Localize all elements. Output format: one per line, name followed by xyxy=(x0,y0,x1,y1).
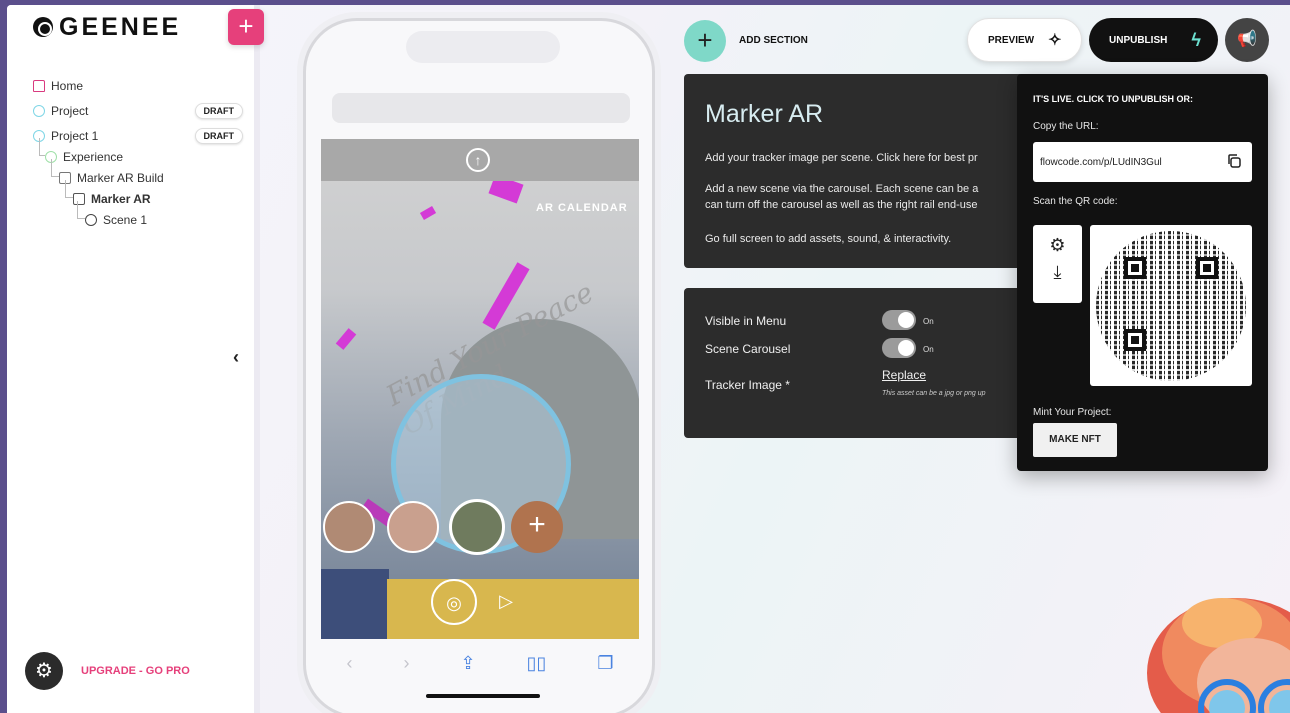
toggle-state: On xyxy=(923,317,934,326)
video-icon[interactable]: ▷ xyxy=(483,579,529,625)
add-section-label[interactable]: ADD SECTION xyxy=(739,35,808,46)
copy-icon[interactable] xyxy=(1226,153,1242,169)
info-text: Add a new scene via the carousel. Each s… xyxy=(705,183,979,195)
calendar-overlay-text: AR CALENDAR xyxy=(536,202,628,214)
settings-card: Visible in Menu On Scene Carousel On Tra… xyxy=(684,288,1024,438)
tree-item-label: Project 1 xyxy=(51,128,99,143)
tree-connector xyxy=(65,180,73,198)
scene-carousel-toggle[interactable] xyxy=(882,338,916,358)
gear-icon[interactable]: ⚙ xyxy=(1033,235,1082,256)
visible-in-menu-toggle[interactable] xyxy=(882,310,916,330)
logo-text: GEENEE xyxy=(59,12,182,41)
tree-item-label: Scene 1 xyxy=(103,212,148,227)
browser-url-bar xyxy=(332,93,630,123)
project-tree: Home Project DRAFT Project 1 DRAFT Exper… xyxy=(33,75,243,230)
unpublish-label: UNPUBLISH xyxy=(1109,34,1168,46)
camera-icon[interactable]: ◎ xyxy=(431,579,477,625)
home-indicator xyxy=(426,694,540,698)
qr-mask xyxy=(1096,231,1246,381)
upload-bar[interactable]: ↑ xyxy=(321,139,639,181)
make-nft-button[interactable]: MAKE NFT xyxy=(1033,423,1117,457)
tree-item-home[interactable]: Home xyxy=(33,75,243,96)
collapse-sidebar-icon[interactable]: ‹ xyxy=(233,347,239,368)
mint-label: Mint Your Project: xyxy=(1033,407,1112,418)
cube-icon xyxy=(85,213,97,226)
qr-pattern xyxy=(1096,231,1246,381)
tree-connector xyxy=(39,138,45,156)
tree-item-project-1[interactable]: Project 1 DRAFT xyxy=(33,125,243,146)
bolt-icon: ϟ xyxy=(1191,29,1201,50)
toggle-state: On xyxy=(923,345,934,354)
tree-item-label: Marker AR Build xyxy=(77,170,164,185)
carousel-scene-thumb[interactable] xyxy=(323,501,375,553)
info-card: Marker AR Add your tracker image per sce… xyxy=(684,74,1024,268)
scan-qr-label: Scan the QR code: xyxy=(1033,196,1118,207)
confetti xyxy=(419,206,437,220)
preview-button[interactable]: PREVIEW ✧ xyxy=(967,18,1082,62)
tree-item-experience[interactable]: Experience xyxy=(33,138,243,167)
unpublish-button[interactable]: UNPUBLISH ϟ xyxy=(1089,18,1218,62)
add-section-button[interactable]: + xyxy=(684,20,726,62)
preview-label: PREVIEW xyxy=(988,34,1035,46)
scene-carousel-label: Scene Carousel xyxy=(705,342,791,356)
publish-popover: IT'S LIVE. CLICK TO UNPUBLISH OR: Copy t… xyxy=(1017,74,1268,471)
bookmarks-icon[interactable]: ▯▯ xyxy=(527,653,547,674)
tree-connector xyxy=(51,159,59,177)
share-url-field[interactable]: flowcode.com/p/LUdIN3Gul xyxy=(1033,142,1252,182)
replace-link[interactable]: Replace xyxy=(882,368,926,382)
asset-note: This asset can be a jpg or png up xyxy=(882,390,986,397)
share-url: flowcode.com/p/LUdIN3Gul xyxy=(1040,156,1162,168)
draft-badge: DRAFT xyxy=(194,128,243,144)
app-window: GEENEE + Home Project DRAFT Project 1 DR… xyxy=(7,5,1290,713)
mascot-avatar xyxy=(1147,598,1290,713)
qr-tools: ⚙ ⤓ xyxy=(1033,225,1082,303)
info-text: Add your tracker image per scene. Click … xyxy=(705,152,978,164)
carousel-scene-thumb-active[interactable] xyxy=(449,499,505,555)
draft-badge: DRAFT xyxy=(194,103,243,119)
sidebar: GEENEE + Home Project DRAFT Project 1 DR… xyxy=(7,5,264,713)
upload-icon[interactable]: ↑ xyxy=(466,148,490,172)
qr-finder xyxy=(1196,257,1218,279)
back-icon[interactable]: ‹ xyxy=(346,653,352,674)
tree-item-label: Project xyxy=(51,103,89,118)
popover-heading: IT'S LIVE. CLICK TO UNPUBLISH OR: xyxy=(1033,94,1193,104)
settings-gear-button[interactable]: ⚙ xyxy=(25,652,63,690)
browser-toolbar: ‹ › ⇪ ▯▯ ❐ xyxy=(321,643,639,683)
share-icon[interactable]: ⇪ xyxy=(460,653,475,674)
confetti xyxy=(335,328,357,350)
megaphone-icon[interactable]: 📢 xyxy=(1225,18,1269,62)
project-icon xyxy=(33,104,45,117)
qr-code[interactable] xyxy=(1090,225,1252,386)
sparkle-icon: ✧ xyxy=(1048,32,1062,49)
geenee-logo[interactable]: GEENEE xyxy=(33,13,181,41)
tree-item-project[interactable]: Project DRAFT xyxy=(33,100,243,121)
home-icon xyxy=(33,79,45,92)
info-text: can turn off the carousel as well as the… xyxy=(705,199,978,211)
logo-mark-icon xyxy=(33,17,53,37)
download-icon[interactable]: ⤓ xyxy=(1033,262,1082,283)
tree-item-label: Home xyxy=(51,78,84,93)
tree-item-marker-ar[interactable]: Marker AR xyxy=(33,180,243,209)
add-project-button[interactable]: + xyxy=(228,9,264,45)
gift-box xyxy=(321,569,389,639)
tracker-image-label: Tracker Image * xyxy=(705,378,790,392)
phone-preview: Find Your Peace Of Mind ↑ AR CALENDAR + … xyxy=(303,18,655,713)
forward-icon[interactable]: › xyxy=(403,653,409,674)
phone-screen: Find Your Peace Of Mind ↑ AR CALENDAR + … xyxy=(321,139,639,639)
carousel-add-scene-button[interactable]: + xyxy=(511,501,563,553)
tree-connector xyxy=(77,201,85,219)
tree-item-label: Experience xyxy=(63,149,124,164)
page-title: Marker AR xyxy=(705,100,824,128)
tree-item-label: Marker AR xyxy=(91,191,151,206)
phone-notch xyxy=(406,31,560,63)
tree-item-scene-1[interactable]: Scene 1 xyxy=(33,201,243,230)
copy-url-label: Copy the URL: xyxy=(1033,121,1099,132)
info-text: Go full screen to add assets, sound, & i… xyxy=(705,233,952,245)
visible-in-menu-label: Visible in Menu xyxy=(705,314,787,328)
qr-finder xyxy=(1124,257,1146,279)
upgrade-link[interactable]: UPGRADE - GO PRO xyxy=(81,665,190,677)
tabs-icon[interactable]: ❐ xyxy=(597,653,613,674)
qr-finder xyxy=(1124,329,1146,351)
carousel-scene-thumb[interactable] xyxy=(387,501,439,553)
